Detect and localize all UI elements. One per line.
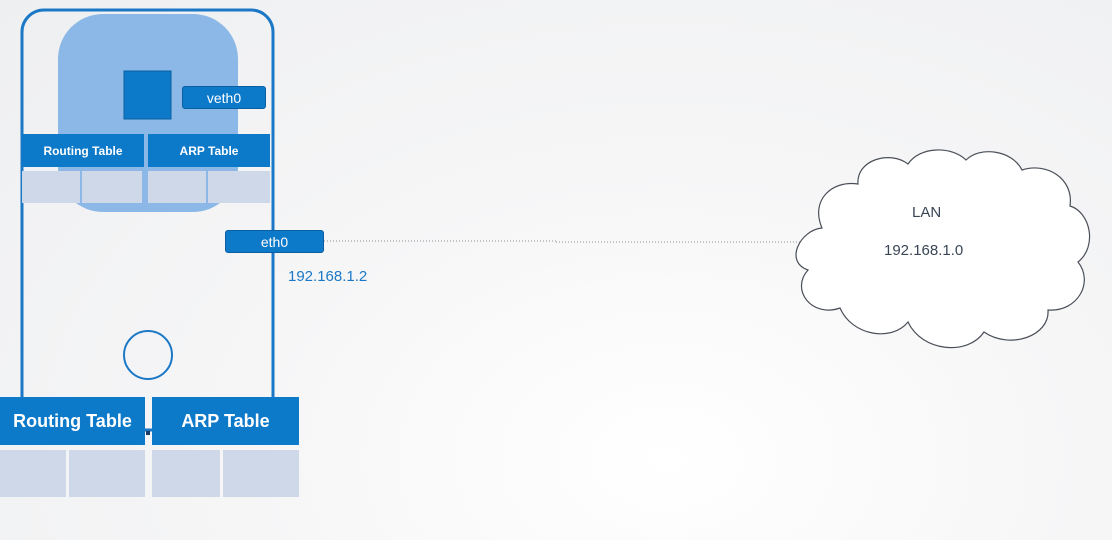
- table-connector: [146, 431, 150, 435]
- host-process-icon: [123, 330, 173, 380]
- lan-network-address: 192.168.1.0: [884, 242, 964, 259]
- host-arp-table-cell: [152, 450, 220, 497]
- namespace-routing-table-cell: [22, 171, 80, 203]
- namespace-arp-table-cell: [208, 171, 270, 203]
- namespace-routing-table-cell: [82, 171, 142, 203]
- host-arp-table-header: ARP Table: [152, 397, 299, 445]
- eth0-interface[interactable]: eth0: [225, 230, 324, 253]
- host-routing-table-header: Routing Table: [0, 397, 145, 445]
- namespace-process-icon: [123, 70, 172, 120]
- namespace-arp-table-cell: [148, 171, 206, 203]
- host-routing-table-cell: [0, 450, 66, 497]
- namespace-routing-table-header: Routing Table: [22, 134, 144, 167]
- host-arp-table-cell: [223, 450, 299, 497]
- eth0-ip-address: 192.168.1.2: [288, 268, 368, 285]
- namespace-arp-table-header: ARP Table: [148, 134, 270, 167]
- host-routing-table-cell: [69, 450, 145, 497]
- veth0-interface[interactable]: veth0: [182, 86, 266, 109]
- lan-label: LAN: [912, 204, 942, 221]
